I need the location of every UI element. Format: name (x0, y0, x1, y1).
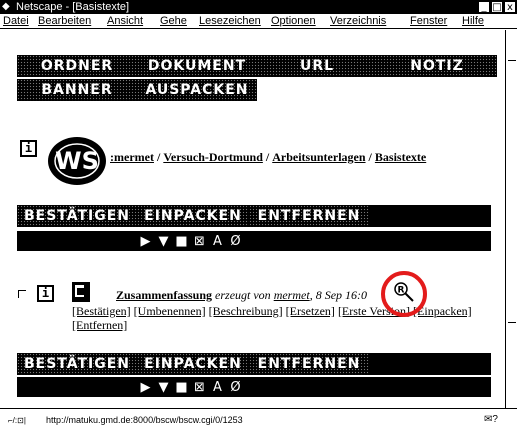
scroll-up-icon[interactable] (508, 60, 516, 61)
menu-hilfe[interactable]: Hilfe (462, 14, 484, 29)
item-user[interactable]: mermet (274, 288, 310, 302)
dokument-button[interactable]: DOKUMENT (137, 55, 257, 77)
menu-bar: Datei Bearbeiten Ansicht Gehe Lesezeiche… (0, 14, 517, 29)
auspacken-button[interactable]: AUSPACKEN (137, 79, 257, 101)
scroll-thumb[interactable] (508, 322, 516, 323)
einpacken-button-bottom[interactable]: EINPACKEN (137, 353, 249, 375)
empty-icon[interactable]: Ø (227, 233, 244, 250)
ws-logo[interactable]: WS (46, 134, 108, 188)
menu-lesezeichen[interactable]: Lesezeichen (199, 14, 261, 29)
breadcrumb-mermet[interactable]: :mermet (110, 150, 154, 164)
breadcrumb-basistexte[interactable]: Basistexte (375, 150, 426, 164)
stop-icon[interactable]: ■ (173, 379, 190, 396)
status-bar: ⌐/:⊡| http://matuku.gmd.de:8000/bscw/bsc… (0, 408, 517, 432)
entfernen-button[interactable]: ENTFERNEN (249, 205, 369, 227)
title-bar: ◆ Netscape - [Basistexte] _ □ x (0, 0, 517, 14)
delete-icon[interactable]: ⊠ (191, 233, 208, 250)
menu-gehe[interactable]: Gehe (160, 14, 187, 29)
action-entfernen[interactable]: [Entfernen] (72, 318, 127, 332)
text-icon[interactable]: A (209, 379, 226, 396)
url-button[interactable]: URL (257, 55, 377, 77)
control-strip: ▶ ▼ ■ ⊠ A Ø (17, 231, 491, 251)
menu-bearbeiten[interactable]: Bearbeiten (38, 14, 91, 29)
maximize-button[interactable]: □ (491, 1, 503, 13)
item-checkbox[interactable] (18, 290, 26, 298)
vertical-scrollbar[interactable] (505, 30, 517, 408)
menu-ansicht[interactable]: Ansicht (107, 14, 143, 29)
control-strip-bottom: ▶ ▼ ■ ⊠ A Ø (17, 377, 491, 397)
breadcrumb-versuch-dortmund[interactable]: Versuch-Dortmund (163, 150, 263, 164)
item-date: , 8 Sep 16:0 (309, 288, 368, 302)
item-description: erzeugt von (215, 288, 271, 302)
action-ersetzen[interactable]: [Ersetzen] (286, 304, 335, 318)
breadcrumb-arbeitsunterlagen[interactable]: Arbeitsunterlagen (272, 150, 365, 164)
status-url: http://matuku.gmd.de:8000/bscw/bscw.cgi/… (46, 415, 243, 425)
bestaetigen-button-bottom[interactable]: BESTÄTIGEN (17, 353, 137, 375)
menu-verzeichnis[interactable]: Verzeichnis (330, 14, 386, 29)
menu-fenster[interactable]: Fenster (410, 14, 447, 29)
item-info-icon[interactable]: i (37, 285, 54, 302)
document-icon[interactable] (72, 282, 90, 302)
action-umbenennen[interactable]: [Umbenennen] (134, 304, 206, 318)
item-title[interactable]: Zusammenfassung (116, 288, 212, 302)
down-arrow-icon[interactable]: ▼ (155, 379, 172, 396)
notiz-button[interactable]: NOTIZ (377, 55, 497, 77)
logo-text: WS (55, 147, 99, 175)
down-arrow-icon[interactable]: ▼ (155, 233, 172, 250)
action-beschreibung[interactable]: [Beschreibung] (209, 304, 283, 318)
window-title: Netscape - [Basistexte] (16, 1, 130, 13)
entfernen-button-bottom[interactable]: ENTFERNEN (249, 353, 369, 375)
menu-optionen[interactable]: Optionen (271, 14, 316, 29)
item-line: Zusammenfassung erzeugt von mermet, 8 Se… (116, 288, 367, 303)
netscape-icon: ◆ (2, 1, 10, 12)
play-icon[interactable]: ▶ (137, 233, 154, 250)
banner-button[interactable]: BANNER (17, 79, 137, 101)
einpacken-button[interactable]: EINPACKEN (137, 205, 249, 227)
text-icon[interactable]: A (209, 233, 226, 250)
security-key-icon: ⌐/:⊡| (8, 416, 26, 425)
info-icon[interactable]: i (20, 140, 37, 157)
action-bestaetigen[interactable]: [Bestätigen] (72, 304, 131, 318)
breadcrumb: :mermet / Versuch-Dortmund / Arbeitsunterlag… (110, 150, 427, 164)
empty-icon[interactable]: Ø (227, 379, 244, 396)
highlight-circle (381, 271, 427, 317)
minimize-button[interactable]: _ (478, 1, 490, 13)
close-button[interactable]: x (504, 1, 516, 13)
ordner-button[interactable]: ORDNER (17, 55, 137, 77)
stop-icon[interactable]: ■ (173, 233, 190, 250)
bestaetigen-button[interactable]: BESTÄTIGEN (17, 205, 137, 227)
mail-icon[interactable]: ✉? (484, 409, 498, 431)
item-actions: [Bestätigen] [Umbenennen] [Beschreibung]… (72, 304, 502, 332)
play-icon[interactable]: ▶ (137, 379, 154, 396)
action-bar-filler (369, 205, 491, 227)
delete-icon[interactable]: ⊠ (191, 379, 208, 396)
action-bar-filler-bottom (369, 353, 491, 375)
menu-datei[interactable]: Datei (3, 14, 29, 29)
